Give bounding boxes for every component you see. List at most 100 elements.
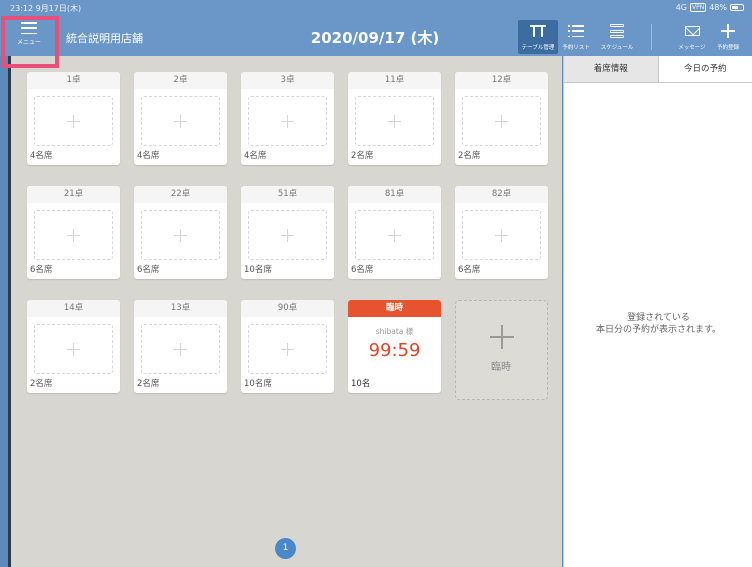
header-divider: [651, 24, 652, 50]
add-reservation-slot[interactable]: [34, 96, 113, 146]
schedule-icon: [610, 24, 624, 38]
message-button[interactable]: メッセージ: [676, 20, 708, 51]
battery-percent: 48%: [709, 3, 727, 12]
plus-icon: [495, 114, 508, 128]
timer: 99:59: [368, 340, 421, 361]
register-reservation-button[interactable]: 予約登録: [712, 20, 744, 51]
table-card[interactable]: 13卓 2名席: [134, 300, 227, 393]
plus-icon: [67, 342, 80, 356]
tab-seating-info[interactable]: 着席情報: [564, 56, 659, 82]
table-name: 3卓: [241, 72, 334, 89]
add-reservation-slot[interactable]: [248, 96, 327, 146]
table-seats: 4名席: [137, 151, 160, 161]
table-management-button[interactable]: テーブル管理: [518, 20, 558, 54]
add-reservation-slot[interactable]: [462, 210, 541, 260]
add-reservation-slot[interactable]: [462, 96, 541, 146]
add-reservation-slot[interactable]: [141, 210, 220, 260]
table-card[interactable]: 2卓 4名席: [134, 72, 227, 165]
page-indicator[interactable]: 1: [275, 538, 296, 559]
empty-message: 登録されている 本日分の予約が表示されます。: [564, 312, 752, 336]
table-card[interactable]: 3卓 4名席: [241, 72, 334, 165]
menu-label: メニュー: [16, 39, 41, 46]
plus-icon: [281, 228, 294, 242]
table-seats: 4名席: [244, 151, 267, 161]
table-card[interactable]: 12卓 2名席: [455, 72, 548, 165]
plus-icon: [721, 24, 735, 38]
table-name: 90卓: [241, 300, 334, 317]
plus-icon: [174, 228, 187, 242]
plus-icon: [67, 114, 80, 128]
table-name: 1卓: [27, 72, 120, 89]
page-title-date[interactable]: 2020/09/17 (木): [270, 27, 480, 48]
plus-icon: [490, 325, 514, 349]
table-card[interactable]: 90卓 10名席: [241, 300, 334, 393]
add-reservation-slot[interactable]: [34, 210, 113, 260]
table-seats: 6名席: [351, 265, 374, 275]
table-seats: 4名席: [30, 151, 53, 161]
store-name: 統合説明用店舗: [66, 32, 143, 45]
add-reservation-slot[interactable]: [141, 324, 220, 374]
add-temporary-table-button[interactable]: 臨時: [455, 300, 548, 400]
schedule-label: スケジュール: [600, 45, 634, 51]
table-name: 14卓: [27, 300, 120, 317]
plus-icon: [281, 114, 294, 128]
table-card[interactable]: 14卓 2名席: [27, 300, 120, 393]
table-card[interactable]: 82卓 6名席: [455, 186, 548, 279]
add-reservation-slot[interactable]: [355, 210, 434, 260]
temporary-table-seats: 10名: [351, 379, 371, 389]
add-reservation-slot[interactable]: [355, 96, 434, 146]
table-card[interactable]: 21卓 6名席: [27, 186, 120, 279]
table-seats: 2名席: [458, 151, 481, 161]
reservation-list-button[interactable]: 予約リスト: [561, 20, 591, 51]
table-card[interactable]: 81卓 6名席: [348, 186, 441, 279]
tab-today-reservations[interactable]: 今日の予約: [658, 56, 752, 82]
table-seats: 6名席: [458, 265, 481, 275]
table-icon: [530, 25, 546, 37]
plus-icon: [388, 114, 401, 128]
table-card[interactable]: 51卓 10名席: [241, 186, 334, 279]
plus-icon: [495, 228, 508, 242]
table-name: 13卓: [134, 300, 227, 317]
table-seats: 2名席: [137, 379, 160, 389]
table-name: 11卓: [348, 72, 441, 89]
table-name: 22卓: [134, 186, 227, 203]
table-area-edge: [8, 56, 11, 567]
table-card[interactable]: 22卓 6名席: [134, 186, 227, 279]
reservation-list-label: 予約リスト: [562, 45, 590, 51]
register-reservation-label: 予約登録: [716, 45, 739, 51]
table-seats: 10名席: [244, 265, 272, 275]
schedule-button[interactable]: スケジュール: [597, 20, 637, 51]
table-seats: 6名席: [137, 265, 160, 275]
table-card[interactable]: 11卓 2名席: [348, 72, 441, 165]
temporary-table-card[interactable]: 臨時 shibata 様 99:59 10名: [348, 300, 441, 393]
plus-icon: [388, 228, 401, 242]
table-name: 51卓: [241, 186, 334, 203]
add-reservation-slot[interactable]: [34, 324, 113, 374]
temporary-table-title: 臨時: [348, 300, 441, 317]
list-icon: [568, 25, 584, 37]
vpn-badge: VPN: [690, 3, 707, 12]
panel-tabs: 着席情報 今日の予約: [564, 56, 752, 83]
add-reservation-slot[interactable]: [248, 210, 327, 260]
table-name: 21卓: [27, 186, 120, 203]
menu-button[interactable]: メニュー: [8, 20, 50, 54]
mail-icon: [684, 26, 700, 36]
empty-message-line2: 本日分の予約が表示されます。: [595, 325, 722, 335]
app-header: 23:12 9月17日(木) 4G VPN 48% メニュー 統合説明用店舗 2…: [0, 0, 752, 68]
empty-message-line1: 登録されている: [627, 313, 690, 323]
table-management-label: テーブル管理: [521, 45, 555, 51]
reservation-panel: 着席情報 今日の予約 登録されている 本日分の予約が表示されます。: [563, 56, 752, 567]
status-time: 23:12 9月17日(木): [10, 4, 82, 13]
add-temporary-table-label: 臨時: [491, 362, 511, 373]
table-seats: 2名席: [351, 151, 374, 161]
table-seats: 2名席: [30, 379, 53, 389]
plus-icon: [174, 342, 187, 356]
table-name: 81卓: [348, 186, 441, 203]
plus-icon: [174, 114, 187, 128]
table-seats: 6名席: [30, 265, 53, 275]
add-reservation-slot[interactable]: [141, 96, 220, 146]
table-name: 82卓: [455, 186, 548, 203]
table-card[interactable]: 1卓 4名席: [27, 72, 120, 165]
add-reservation-slot[interactable]: [248, 324, 327, 374]
table-name: 12卓: [455, 72, 548, 89]
